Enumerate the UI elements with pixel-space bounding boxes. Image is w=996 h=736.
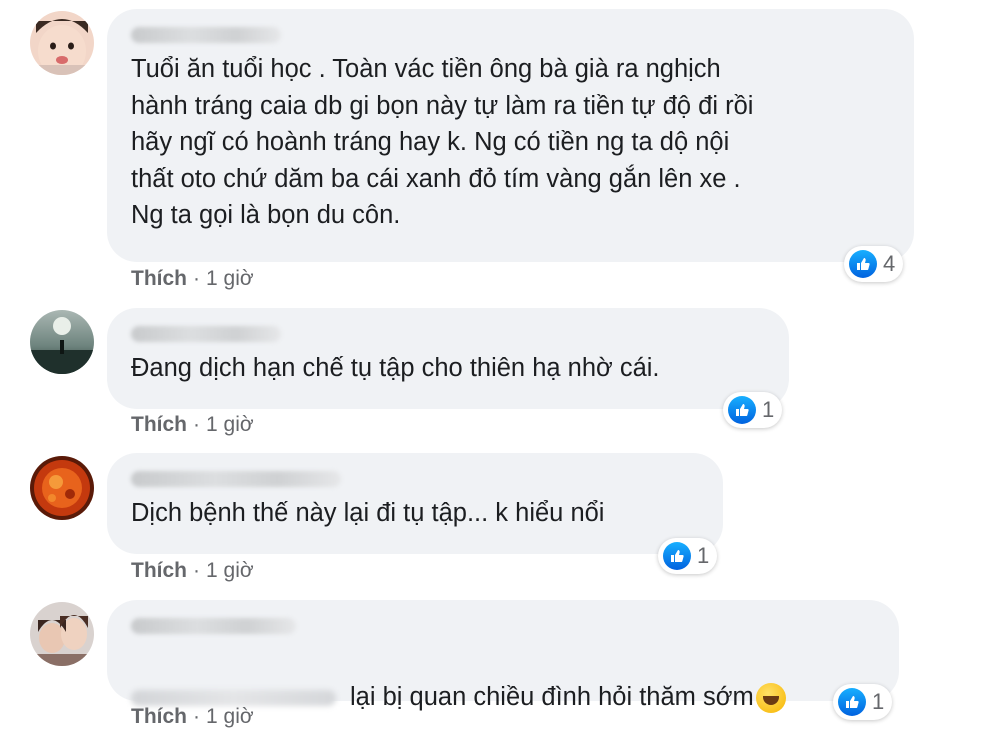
reaction-count: 4: [883, 251, 896, 276]
avatar[interactable]: [30, 310, 94, 374]
like-thumbs-up-icon: [663, 542, 691, 570]
reaction-count: 1: [697, 543, 710, 568]
like-link[interactable]: Thích: [131, 559, 187, 583]
reaction-summary[interactable]: 1: [658, 538, 718, 574]
comment-text: lại bị quan chiều đình hỏi thăm sớm: [350, 682, 754, 711]
comment-meta: Thích · 1 giờ: [131, 413, 254, 437]
reaction-summary[interactable]: 1: [723, 392, 783, 428]
comment-meta: Thích · 1 giờ: [131, 705, 254, 729]
separator-dot: ·: [193, 267, 200, 290]
timestamp[interactable]: 1 giờ: [206, 559, 254, 583]
like-thumbs-up-icon: [849, 250, 877, 278]
avatar[interactable]: [30, 602, 94, 666]
comment-meta: Thích · 1 giờ: [131, 559, 254, 583]
author-name-blurred[interactable]: [131, 612, 296, 638]
timestamp[interactable]: 1 giờ: [206, 413, 254, 437]
author-name-blurred[interactable]: [131, 465, 341, 491]
author-name-blurred[interactable]: [131, 320, 291, 346]
author-name-blurred[interactable]: [131, 21, 291, 47]
timestamp[interactable]: 1 giờ: [206, 267, 254, 291]
separator-dot: ·: [193, 705, 200, 728]
comment-bubble: Đang dịch hạn chế tụ tập cho thiên hạ nh…: [107, 308, 789, 409]
reaction-count: 1: [762, 397, 775, 422]
separator-dot: ·: [193, 413, 200, 436]
like-link[interactable]: Thích: [131, 413, 187, 437]
reaction-count: 1: [872, 689, 885, 714]
like-link[interactable]: Thích: [131, 705, 187, 729]
comment-bubble: Tuổi ăn tuổi học . Toàn vác tiền ông bà …: [107, 9, 914, 262]
like-thumbs-up-icon: [728, 396, 756, 424]
comment-bubble: Dịch bệnh thế này lại đi tụ tập... k hiể…: [107, 453, 723, 554]
avatar[interactable]: [30, 456, 94, 520]
reaction-summary[interactable]: 1: [833, 684, 893, 720]
reaction-summary[interactable]: 4: [844, 246, 904, 282]
laughing-emoji-icon: [755, 682, 786, 713]
comment-text: Đang dịch hạn chế tụ tập cho thiên hạ nh…: [131, 354, 660, 382]
comment-text: Tuổi ăn tuổi học . Toàn vác tiền ông bà …: [131, 55, 754, 229]
comment-meta: Thích · 1 giờ: [131, 267, 254, 291]
timestamp[interactable]: 1 giờ: [206, 705, 254, 729]
comment-text: Dịch bệnh thế này lại đi tụ tập... k hiể…: [131, 499, 605, 527]
like-thumbs-up-icon: [838, 688, 866, 716]
comment-bubble: lại bị quan chiều đình hỏi thăm sớm: [107, 600, 899, 713]
avatar[interactable]: [30, 11, 94, 75]
separator-dot: ·: [193, 559, 200, 582]
mention-blurred[interactable]: [131, 689, 336, 706]
like-link[interactable]: Thích: [131, 267, 187, 291]
